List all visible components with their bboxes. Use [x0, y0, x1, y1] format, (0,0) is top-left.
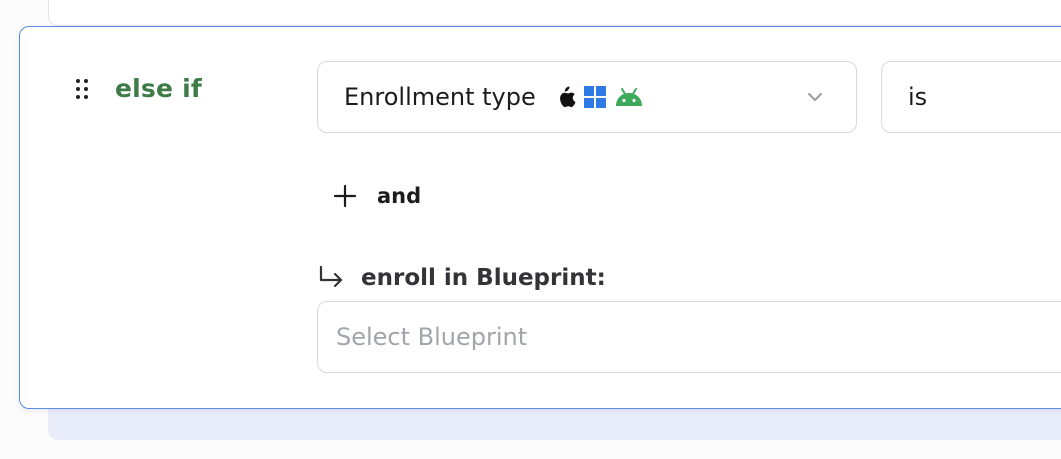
apple-icon — [556, 85, 576, 109]
plus-icon — [333, 184, 357, 208]
windows-icon — [583, 86, 606, 108]
blueprint-select-placeholder: Select Blueprint — [336, 323, 528, 351]
condition-operator-value: is — [908, 83, 928, 111]
condition-field-select[interactable]: Enrollment type — [317, 61, 857, 133]
blueprint-select[interactable]: Select Blueprint — [317, 301, 1061, 373]
condition-operator-select[interactable]: is — [881, 61, 1061, 133]
blueprint-rules-editor: else if Enrollment type is and enroll in… — [0, 0, 1061, 459]
action-row: enroll in Blueprint: — [317, 264, 606, 292]
android-icon — [614, 87, 644, 107]
condition-field-label: Enrollment type — [344, 83, 536, 111]
condition-keyword: else if — [115, 74, 202, 103]
previous-rule-card — [48, 0, 1061, 26]
add-and-label: and — [377, 184, 422, 208]
action-label: enroll in Blueprint: — [361, 265, 606, 291]
platform-icons — [556, 85, 644, 109]
chevron-down-icon — [808, 93, 822, 101]
drag-handle-icon[interactable] — [74, 77, 92, 101]
add-and-condition-button[interactable]: and — [333, 180, 421, 212]
return-arrow-icon — [319, 265, 343, 288]
